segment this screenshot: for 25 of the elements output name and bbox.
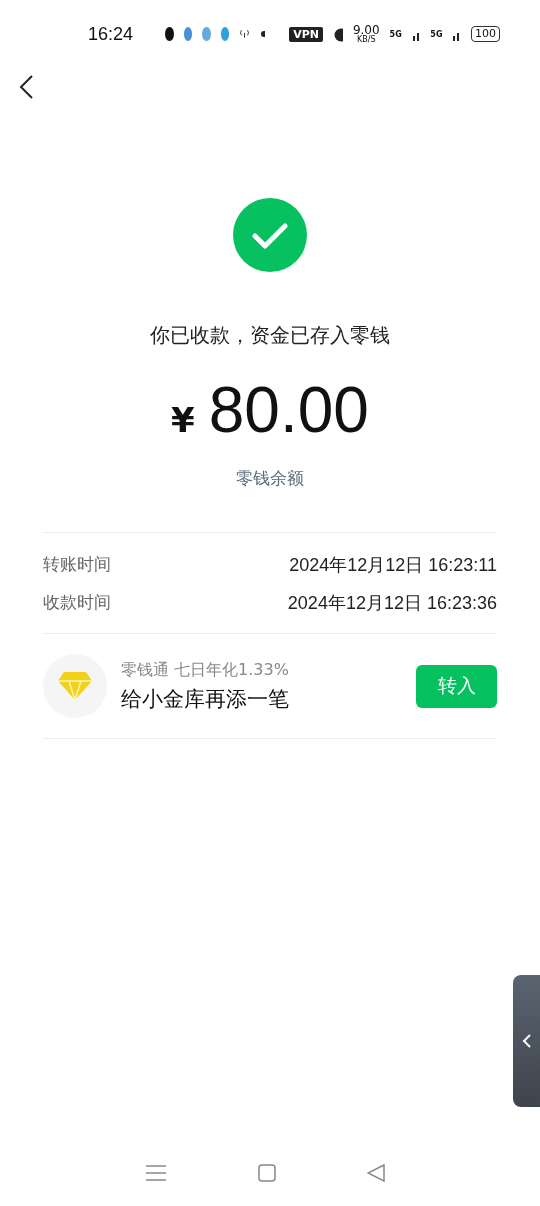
detail-value: 2024年12月12日 16:23:36 xyxy=(287,592,497,615)
network-speed: 9.00 xyxy=(352,24,380,36)
amount: 80.00 xyxy=(208,373,369,447)
promo-subtitle: 零钱通 七日年化1.33% xyxy=(121,659,290,681)
balance-link[interactable]: 零钱余额 xyxy=(236,467,304,490)
network-label: 5G xyxy=(389,29,402,39)
promo-title: 给小金库再添一笔 xyxy=(121,685,290,713)
menu-icon[interactable] xyxy=(145,1164,168,1182)
speed-unit: KB/S xyxy=(356,36,376,44)
detail-label: 收款时间 xyxy=(43,591,111,614)
network-label: 5G xyxy=(430,29,443,39)
status-title: 你已收款，资金已存入零钱 xyxy=(150,322,390,349)
side-panel-handle[interactable] xyxy=(513,975,540,1107)
back-nav-icon[interactable] xyxy=(366,1164,385,1182)
vpn-badge: VPN xyxy=(289,26,324,42)
status-time: 16:24 xyxy=(88,23,134,45)
detail-value: 2024年12月12日 16:23:11 xyxy=(289,554,497,577)
app-icon xyxy=(220,27,230,41)
app-icon xyxy=(183,27,193,41)
detail-label: 转账时间 xyxy=(43,553,111,576)
currency-sign: ¥ xyxy=(171,400,195,440)
battery-level: 100 xyxy=(471,26,501,42)
home-icon[interactable] xyxy=(258,1164,276,1182)
back-icon[interactable] xyxy=(18,74,36,100)
success-check-icon xyxy=(233,198,307,272)
